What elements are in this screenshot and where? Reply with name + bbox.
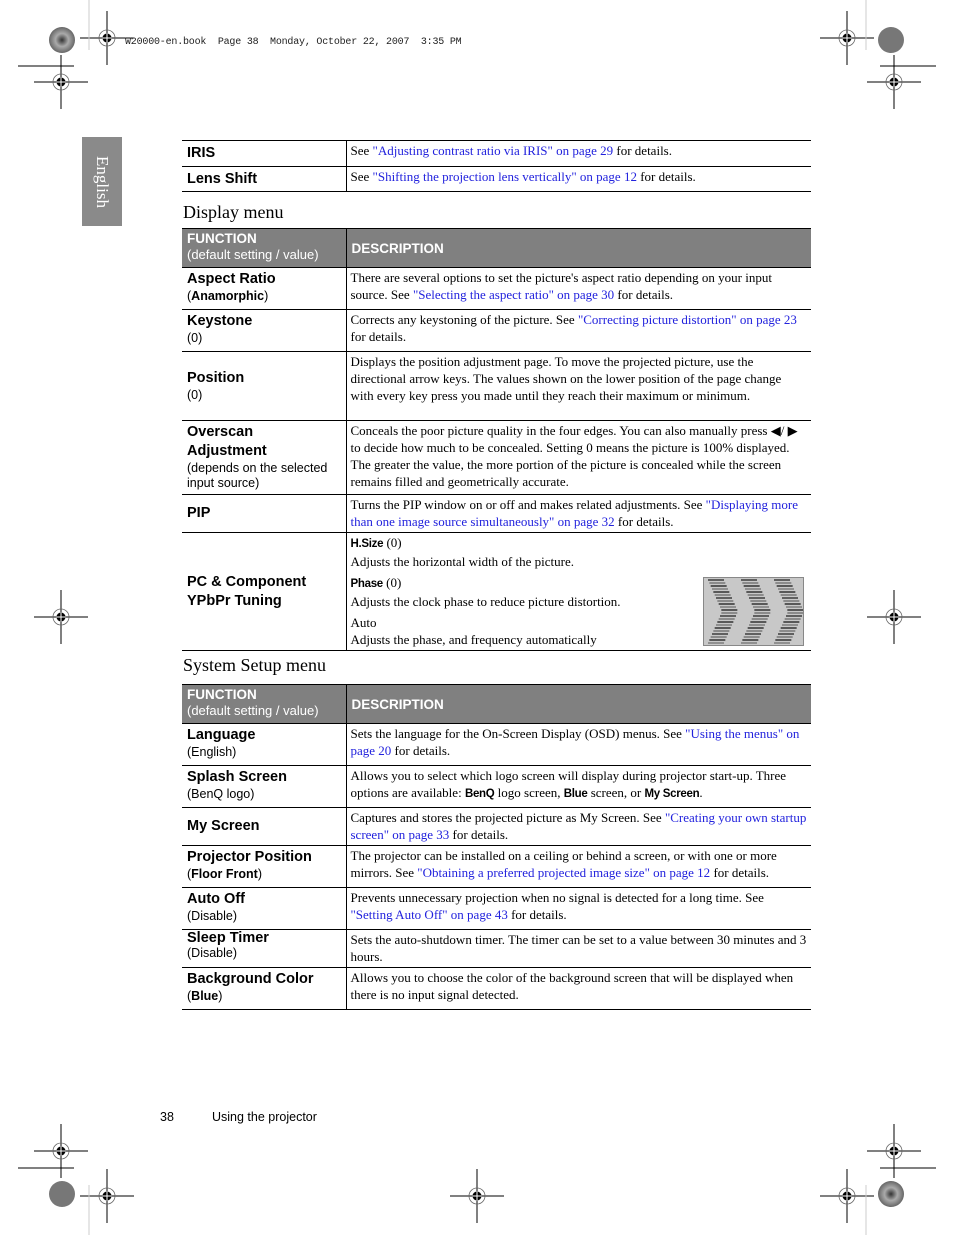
table-row: Aspect Ratio (Anamorphic) There are sever…: [182, 267, 811, 310]
crosshair-mark: [866, 54, 922, 110]
print-header: W20000-en.book Page 38 Monday, October 2…: [125, 37, 462, 48]
crosshair-mark: [866, 589, 922, 645]
header-function-sub: (default setting / value): [187, 247, 319, 262]
page-link[interactable]: "Adjusting contrast ratio via IRIS" on p…: [373, 143, 614, 158]
header-function-sub: (default setting / value): [187, 703, 319, 718]
table-row: My Screen Captures and stores the projec…: [182, 807, 811, 846]
function-name: IRIS: [187, 145, 216, 161]
header-description: DESCRIPTION: [346, 684, 811, 724]
crosshair-mark: [33, 54, 89, 110]
phase-distortion-image: [703, 577, 804, 646]
table-row: Sleep Timer (Disable) Sets the auto-shutd…: [182, 929, 811, 968]
crosshair-mark: [449, 1168, 505, 1224]
crosshair-mark: [33, 1123, 89, 1179]
page-link[interactable]: "Shifting the projection lens vertically…: [373, 169, 637, 184]
table-row: IRIS See "Adjusting contrast ratio via I…: [182, 140, 811, 167]
table-row: Auto Off (Disable) Prevents unnecessary p…: [182, 887, 811, 930]
crosshair-mark: [866, 1123, 922, 1179]
table-header: FUNCTION (default setting / value) DESCRI…: [182, 228, 811, 268]
language-tab-label: English: [93, 155, 112, 208]
sub-item-hsize: H.Size (0): [350, 535, 402, 550]
header-description: DESCRIPTION: [346, 228, 811, 268]
language-tab: English: [82, 137, 122, 226]
table-row: Overscan Adjustment (depends on the select…: [182, 420, 811, 495]
color-target-mark: [49, 1181, 75, 1207]
left-right-arrow-icons: ◀/ ▶: [770, 423, 798, 438]
function-name: Lens Shift: [187, 170, 258, 187]
page-link[interactable]: "Correcting picture distortion" on page …: [578, 312, 797, 327]
color-target-mark: [878, 1181, 904, 1207]
color-target-mark: [49, 27, 75, 53]
table-row: Position (0) Displays the position adjust…: [182, 351, 811, 421]
system-setup-table: FUNCTION (default setting / value) DESCRI…: [182, 684, 811, 1010]
section-title-system-setup-menu: System Setup menu: [183, 655, 326, 675]
page-number: 38: [160, 1110, 174, 1124]
table-row: Projector Position (Floor Front) The proj…: [182, 845, 811, 888]
page-link[interactable]: "Obtaining a preferred projected image s…: [417, 865, 710, 880]
table-header: FUNCTION (default setting / value) DESCRI…: [182, 684, 811, 724]
footer-section: Using the projector: [212, 1110, 317, 1124]
crosshair-mark: [33, 589, 89, 645]
section-title-display-menu: Display menu: [183, 202, 284, 222]
table-row: Background Color (Blue) Allows you to cho…: [182, 967, 811, 1010]
crosshair-mark: [79, 1168, 135, 1224]
zigzag-lines-illustration: [708, 579, 804, 644]
header-function: FUNCTION: [187, 231, 257, 246]
table-row: Keystone (0) Corrects any keystoning of t…: [182, 309, 811, 352]
page-link[interactable]: "Setting Auto Off" on page 43: [351, 907, 508, 922]
table-row: PC & Component YPbPr Tuning H.Size (0) Ad…: [182, 532, 811, 651]
table-row: PIP Turns the PIP window on or off and m…: [182, 494, 811, 533]
table-row: Language (English) Sets the language for …: [182, 723, 811, 766]
display-menu-table: FUNCTION (default setting / value) DESCRI…: [182, 228, 811, 651]
table-row: Splash Screen (BenQ logo) Allows you to s…: [182, 765, 811, 808]
page-link[interactable]: "Selecting the aspect ratio" on page 30: [413, 287, 614, 302]
header-function: FUNCTION: [187, 687, 257, 702]
top-table: IRIS See "Adjusting contrast ratio via I…: [182, 140, 811, 192]
table-row: Lens Shift See "Shifting the projection …: [182, 166, 811, 192]
color-target-mark: [878, 27, 904, 53]
